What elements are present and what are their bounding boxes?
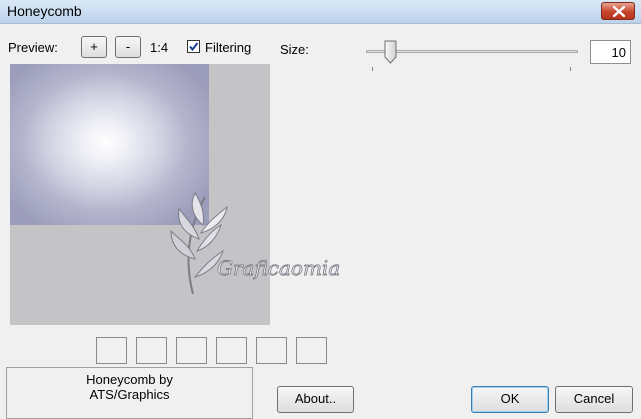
title-bar: Honeycomb [0,0,641,24]
zoom-level: 1:4 [150,40,169,55]
size-value-field[interactable]: 10 [590,40,631,64]
swatch-1[interactable] [96,337,127,364]
ok-button[interactable]: OK [471,386,549,413]
watermark-text: Graficaomia [217,256,340,280]
size-label: Size: [280,42,309,57]
size-slider-track[interactable] [366,50,578,53]
info-line-1: Honeycomb by [86,372,173,387]
slider-tick-min [372,67,373,71]
swatch-5[interactable] [256,337,287,364]
checkmark-icon [189,42,199,52]
watermark-logo: Graficaomia [170,191,340,295]
window-title: Honeycomb [7,3,82,19]
slider-thumb-icon[interactable] [384,40,397,64]
swatch-3[interactable] [176,337,207,364]
slider-tick-max [570,67,571,71]
swatch-2[interactable] [136,337,167,364]
zoom-out-button[interactable]: - [115,36,141,58]
cancel-button[interactable]: Cancel [555,386,633,413]
swatch-4[interactable] [216,337,247,364]
filtering-checkbox[interactable] [187,40,200,53]
about-button[interactable]: About.. [277,386,354,413]
plugin-info-box: Honeycomb by ATS/Graphics [6,367,253,419]
close-icon [613,6,625,17]
zoom-in-button[interactable]: + [81,36,107,58]
info-line-2: ATS/Graphics [89,387,170,402]
preview-label: Preview: [8,40,58,55]
honeycomb-dialog: Honeycomb Preview: + - 1:4 Filtering Gra… [0,0,641,419]
swatch-6[interactable] [296,337,327,364]
close-button[interactable] [601,2,635,20]
filtering-label: Filtering [205,40,252,55]
preview-panel[interactable]: Graficaomia [10,64,340,325]
